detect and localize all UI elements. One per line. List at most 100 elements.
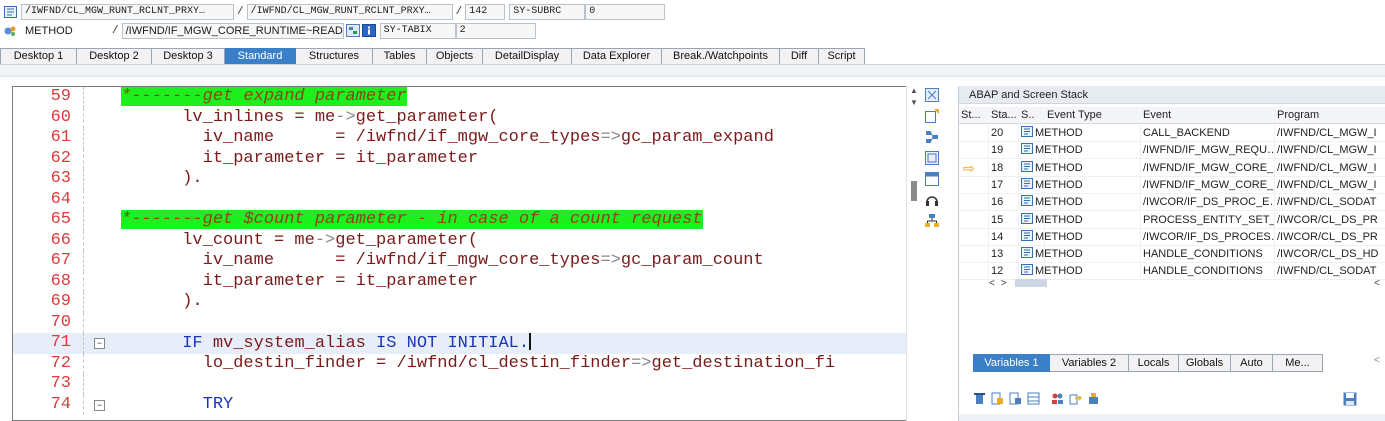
users-icon[interactable]	[1051, 392, 1064, 405]
sysvar2-value-field[interactable]: 2	[455, 22, 536, 39]
tab-locals[interactable]: Locals	[1129, 354, 1179, 372]
method-icon	[3, 24, 17, 38]
tab-desktop-3[interactable]: Desktop 3	[152, 48, 225, 65]
append-row-icon[interactable]	[1009, 392, 1022, 405]
code-line[interactable]: 72 lo_destin_finder = /iwfnd/cl_destin_f…	[13, 353, 906, 374]
code-line[interactable]: 68 it_parameter = it_parameter	[13, 271, 906, 292]
operator-arrow: =>	[631, 353, 652, 373]
text-cursor	[529, 333, 531, 350]
fold-toggle-icon[interactable]: −	[94, 399, 105, 411]
insert-row-icon[interactable]	[991, 392, 1004, 405]
stack-row[interactable]: ⇨ 18 METHOD/IWFND/IF_MGW_CORE_…/IWFND/CL_M…	[959, 159, 1385, 177]
include-field[interactable]: /IWFND/CL_MGW_RUNT_RCLNT_PRXY…	[246, 3, 453, 20]
scroll-thumb[interactable]	[911, 181, 917, 201]
stack-row[interactable]: 15 METHOD PROCESS_ENTITY_SET_…/IWCOR/CL_DS…	[959, 211, 1385, 229]
tab-structures[interactable]: Structures	[296, 48, 373, 65]
stack-hscrollbar[interactable]: < > <	[989, 276, 1385, 290]
new-session-icon[interactable]	[925, 109, 939, 123]
code-line[interactable]: 65 *-------get $count parameter - in case…	[13, 210, 906, 231]
line-number: 69	[50, 292, 71, 311]
code-line[interactable]: 67 iv_name = /iwfnd/if_mgw_core_types=>g…	[13, 251, 906, 272]
tab-desktop-1[interactable]: Desktop 1	[0, 48, 77, 65]
tab-variables-1[interactable]: Variables 1	[973, 354, 1050, 372]
sysvar2-name-field[interactable]: SY-TABIX	[379, 22, 456, 39]
event-name: /IWCOR/IF_DS_PROC_E…	[1143, 194, 1275, 211]
code-segment: get_destination_fi	[651, 353, 836, 373]
tab-variables-2[interactable]: Variables 2	[1050, 354, 1129, 372]
tab-me[interactable]: Me...	[1273, 354, 1323, 372]
hierarchy-icon[interactable]	[925, 214, 939, 228]
tab-auto[interactable]: Auto	[1231, 354, 1273, 372]
headset-icon[interactable]	[925, 193, 939, 207]
stack-header-row: St... Sta... S.. Event Type Event Progra…	[959, 107, 1385, 124]
code-line[interactable]: 71 − IF mv_system_alias IS NOT INITIAL.	[13, 333, 906, 354]
code-line[interactable]: 64	[13, 189, 906, 210]
scroll-right-icon[interactable]: >	[1001, 278, 1007, 289]
stack-row[interactable]: 16 METHOD/IWCOR/IF_DS_PROC_E…/IWFND/CL_SO…	[959, 194, 1385, 212]
tab-detail-display[interactable]: DetailDisplay	[483, 48, 572, 65]
operator-arrow: ->	[335, 107, 356, 127]
save-icon[interactable]	[1343, 392, 1357, 406]
fullscreen-icon[interactable]	[925, 151, 939, 165]
col-st[interactable]: St...	[959, 107, 989, 123]
col-program[interactable]: Program	[1275, 107, 1385, 123]
sysvar-value-field[interactable]: 0	[585, 3, 666, 20]
source-code-editor[interactable]: 59 *-------get expand parameter 60 lv_inli…	[12, 86, 907, 421]
tabs-scroll-left-icon[interactable]: <	[1374, 355, 1380, 366]
tab-script[interactable]: Script	[819, 48, 865, 65]
code-segment: ).	[121, 292, 203, 311]
col-event[interactable]: Event	[1141, 107, 1275, 123]
main-program-field[interactable]: /IWFND/CL_MGW_RUNT_RCLNT_PRXY…	[21, 3, 234, 20]
method-icon	[1021, 126, 1033, 137]
delete-icon[interactable]	[973, 392, 986, 405]
fold-toggle-icon[interactable]: −	[94, 338, 105, 349]
scroll-up-icon[interactable]: ▲	[907, 86, 921, 98]
maximize-icon[interactable]	[925, 88, 939, 102]
tab-break-watchpoints[interactable]: Break./Watchpoints	[662, 48, 780, 65]
code-line[interactable]: 74 − TRY	[13, 394, 906, 415]
col-s[interactable]: S..	[1019, 107, 1045, 123]
event-nav-icon[interactable]	[345, 24, 360, 38]
scroll-down-icon[interactable]: ▼	[907, 98, 921, 110]
code-line[interactable]: 62 it_parameter = it_parameter	[13, 148, 906, 169]
scroll-left-icon[interactable]: <	[989, 278, 995, 289]
tab-diff[interactable]: Diff	[780, 48, 819, 65]
tool-icon[interactable]	[1087, 392, 1100, 405]
editor-side-toolbar	[921, 86, 943, 228]
col-sta[interactable]: Sta...	[989, 107, 1019, 123]
stack-row[interactable]: 19 METHOD/IWFND/IF_MGW_REQU…/IWFND/CL_MGW…	[959, 142, 1385, 160]
stack-row[interactable]: 13 METHOD HANDLE_CONDITIONS/IWCOR/CL_DS_HD	[959, 246, 1385, 264]
code-line[interactable]: 73	[13, 374, 906, 395]
stack-scroll-thumb[interactable]	[1014, 279, 1047, 287]
sysvar-name-field[interactable]: SY-SUBRC	[509, 3, 586, 20]
tab-standard[interactable]: Standard	[225, 48, 296, 65]
code-text: ).	[121, 292, 203, 313]
scroll-left-end-icon[interactable]: <	[1374, 278, 1380, 289]
tab-objects[interactable]: Objects	[427, 48, 483, 65]
editor-scrollbar[interactable]: ▲ ▼	[906, 86, 920, 421]
export-icon[interactable]	[1069, 392, 1082, 405]
code-line[interactable]: 60 lv_inlines = me->get_parameter(	[13, 107, 906, 128]
code-line[interactable]: 66 lv_count = me->get_parameter(	[13, 230, 906, 251]
tab-tables[interactable]: Tables	[373, 48, 427, 65]
table-icon[interactable]	[1027, 392, 1040, 405]
event-field[interactable]: /IWFND/IF_MGW_CORE_RUNTIME~READ_ENTITYSE…	[121, 22, 344, 39]
col-event-type[interactable]: Event Type	[1045, 107, 1141, 123]
stack-row[interactable]: 17 METHOD/IWFND/IF_MGW_CORE_…/IWFND/CL_MG…	[959, 176, 1385, 194]
tab-desktop-2[interactable]: Desktop 2	[77, 48, 152, 65]
tab-data-explorer[interactable]: Data Explorer	[572, 48, 662, 65]
tab-globals[interactable]: Globals	[1179, 354, 1231, 372]
line-number-field[interactable]: 142	[465, 3, 506, 20]
structure-icon[interactable]	[925, 130, 939, 144]
code-line[interactable]: 63 ).	[13, 169, 906, 190]
info-icon[interactable]	[361, 24, 376, 38]
stack-row[interactable]: 14 METHOD/IWCOR/IF_DS_PROCES…/IWCOR/CL_DS…	[959, 228, 1385, 246]
stack-row[interactable]: 20 METHOD CALL_BACKEND/IWFND/CL_MGW_I	[959, 125, 1385, 142]
code-line[interactable]: 61 iv_name = /iwfnd/if_mgw_core_types=>g…	[13, 128, 906, 149]
code-line[interactable]: 70	[13, 312, 906, 333]
code-line[interactable]: 59 *-------get expand parameter	[13, 87, 906, 108]
layout-icon[interactable]	[925, 172, 939, 186]
line-number: 60	[50, 107, 71, 127]
operator-arrow: =>	[600, 251, 621, 270]
code-line[interactable]: 69 ).	[13, 292, 906, 313]
